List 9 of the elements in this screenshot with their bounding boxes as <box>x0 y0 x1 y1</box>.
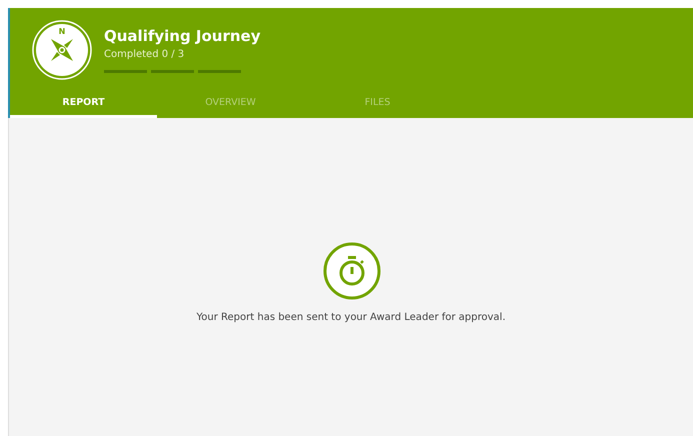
tab[interactable]: OVERVIEW <box>157 91 304 118</box>
stopwatch-icon <box>323 242 381 300</box>
compass-icon <box>51 39 73 61</box>
status-message: Your Report has been sent to your Award Leader for approval. <box>196 312 506 323</box>
completion-count: Completed 0 / 3 <box>104 49 186 60</box>
badge-circle <box>32 20 92 80</box>
journey-title: Qualifying Journey <box>104 27 261 45</box>
tab[interactable]: FILES <box>304 91 451 118</box>
compass-letter: N <box>58 27 66 36</box>
